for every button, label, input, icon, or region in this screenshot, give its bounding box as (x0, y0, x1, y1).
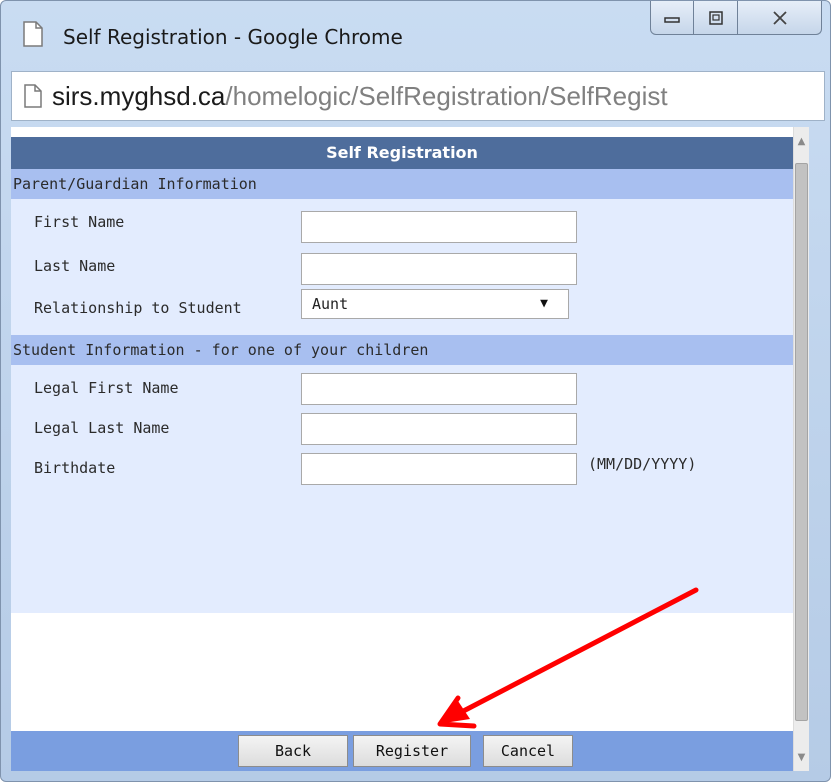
page-icon (24, 84, 42, 108)
legal-last-name-field[interactable] (301, 413, 577, 445)
window-controls (650, 1, 822, 37)
legal-first-name-field[interactable] (301, 373, 577, 405)
relationship-label: Relationship to Student (34, 299, 242, 317)
birthdate-format-hint: (MM/DD/YYYY) (588, 455, 697, 473)
browser-window: Self Registration - Google Chrome sirs.m… (0, 0, 831, 782)
address-bar[interactable]: sirs.myghsd.ca/homelogic/SelfRegistratio… (11, 71, 825, 121)
first-name-field[interactable] (301, 211, 577, 243)
student-section-header: Student Information - for one of your ch… (11, 335, 793, 365)
vertical-scrollbar[interactable]: ▲ ▼ (793, 127, 809, 771)
page-content: Self Registration Parent/Guardian Inform… (11, 127, 809, 771)
minimize-button[interactable] (650, 1, 694, 35)
last-name-field[interactable] (301, 253, 577, 285)
scroll-down-icon[interactable]: ▼ (794, 745, 809, 769)
register-button[interactable]: Register (353, 735, 471, 767)
form-footer: Back Register Cancel (11, 731, 793, 771)
parent-section-header: Parent/Guardian Information (11, 169, 793, 199)
back-button[interactable]: Back (238, 735, 348, 767)
birthdate-field[interactable] (301, 453, 577, 485)
dropdown-arrow-icon: ▼ (540, 296, 548, 311)
restore-button[interactable] (694, 1, 738, 35)
title-bar[interactable]: Self Registration - Google Chrome (1, 1, 830, 69)
restore-icon (708, 10, 723, 25)
scroll-up-icon[interactable]: ▲ (794, 129, 809, 153)
birthdate-label: Birthdate (34, 459, 116, 477)
url-host: sirs.myghsd.ca (52, 81, 226, 111)
form-header: Self Registration (11, 137, 793, 169)
legal-last-name-label: Legal Last Name (34, 419, 170, 437)
cancel-button[interactable]: Cancel (483, 735, 573, 767)
page-icon (23, 21, 43, 47)
relationship-selected-value: Aunt (312, 295, 349, 313)
close-icon (772, 10, 787, 25)
first-name-label: First Name (34, 213, 125, 231)
minimize-icon (664, 16, 680, 23)
scroll-thumb[interactable] (795, 163, 808, 721)
url-text: sirs.myghsd.ca/homelogic/SelfRegistratio… (52, 81, 668, 112)
url-path: /homelogic/SelfRegistration/SelfRegist (225, 81, 668, 111)
legal-first-name-label: Legal First Name (34, 379, 179, 397)
window-title: Self Registration - Google Chrome (63, 25, 403, 49)
relationship-select[interactable]: Aunt ▼ (301, 289, 569, 319)
close-button[interactable] (738, 1, 822, 35)
last-name-label: Last Name (34, 257, 116, 275)
